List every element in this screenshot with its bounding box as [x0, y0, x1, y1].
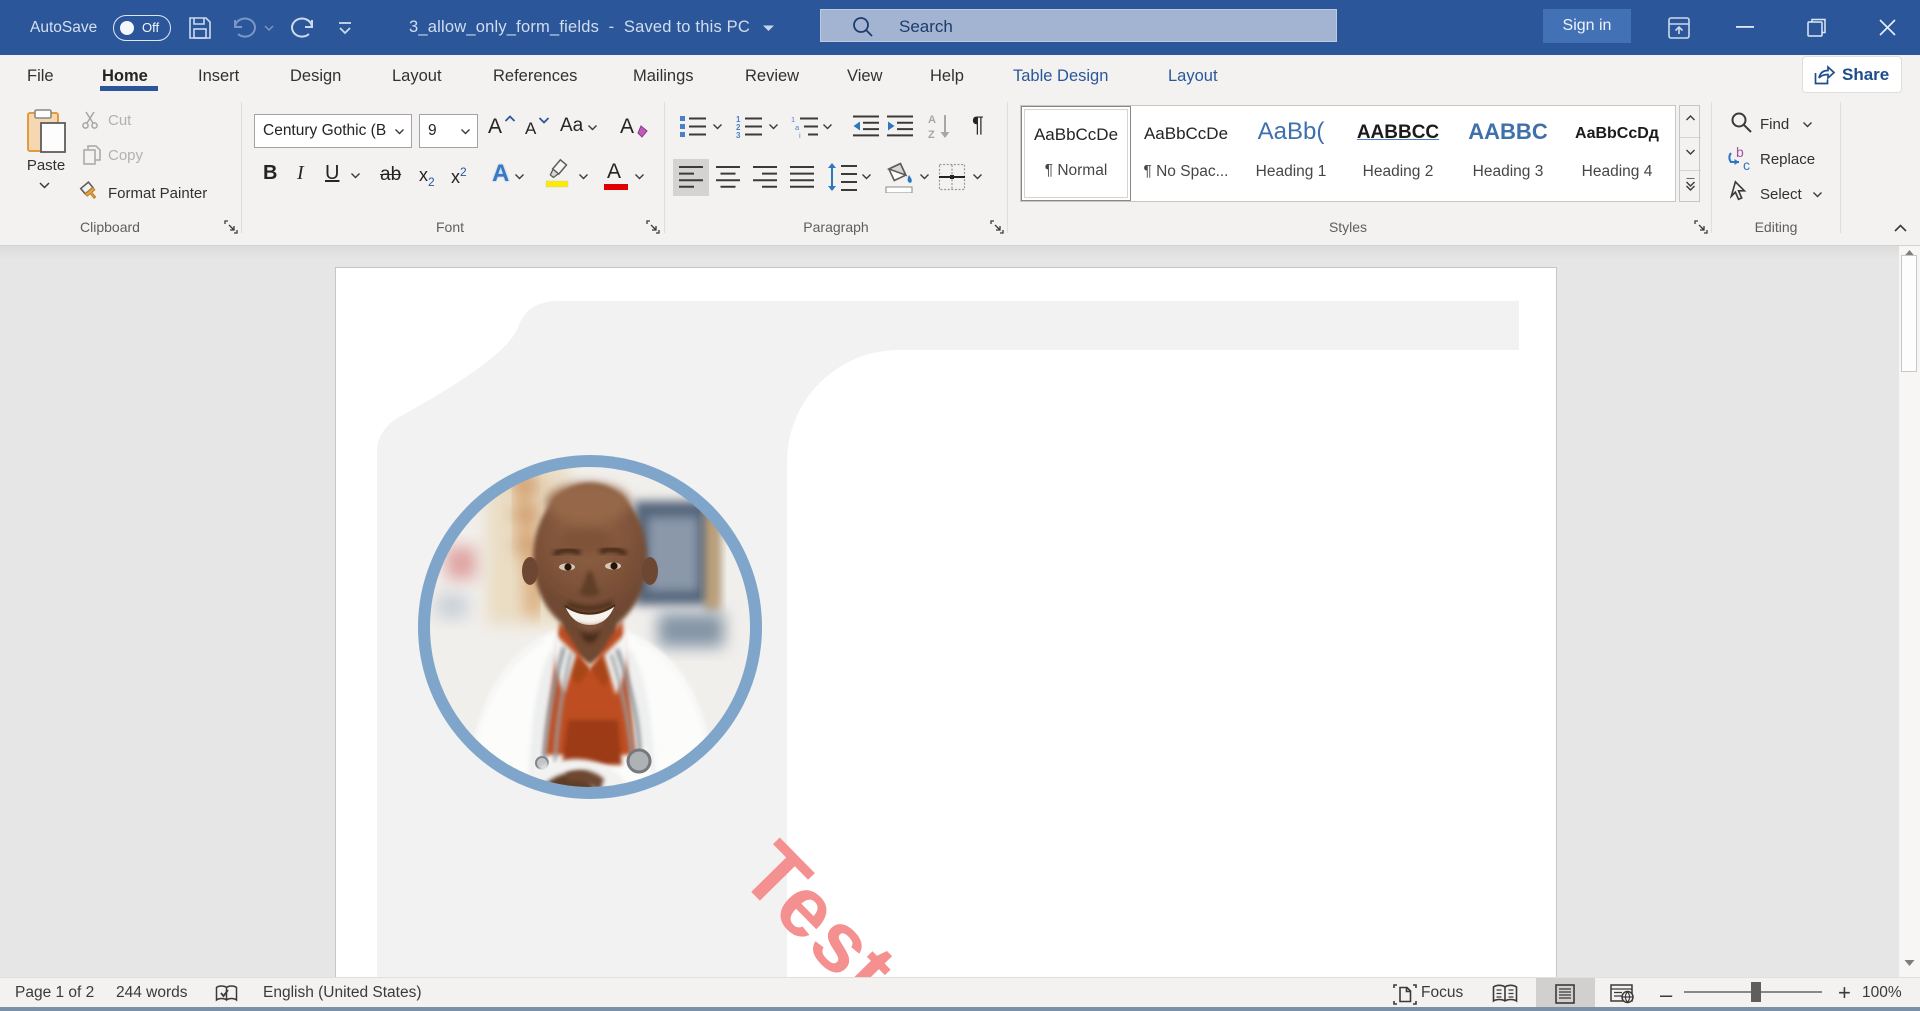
svg-text:i: i [799, 131, 801, 138]
svg-text:c: c [1743, 157, 1750, 172]
svg-text:A: A [928, 114, 936, 126]
svg-text:Z: Z [928, 129, 935, 139]
svg-text:3: 3 [736, 131, 741, 138]
